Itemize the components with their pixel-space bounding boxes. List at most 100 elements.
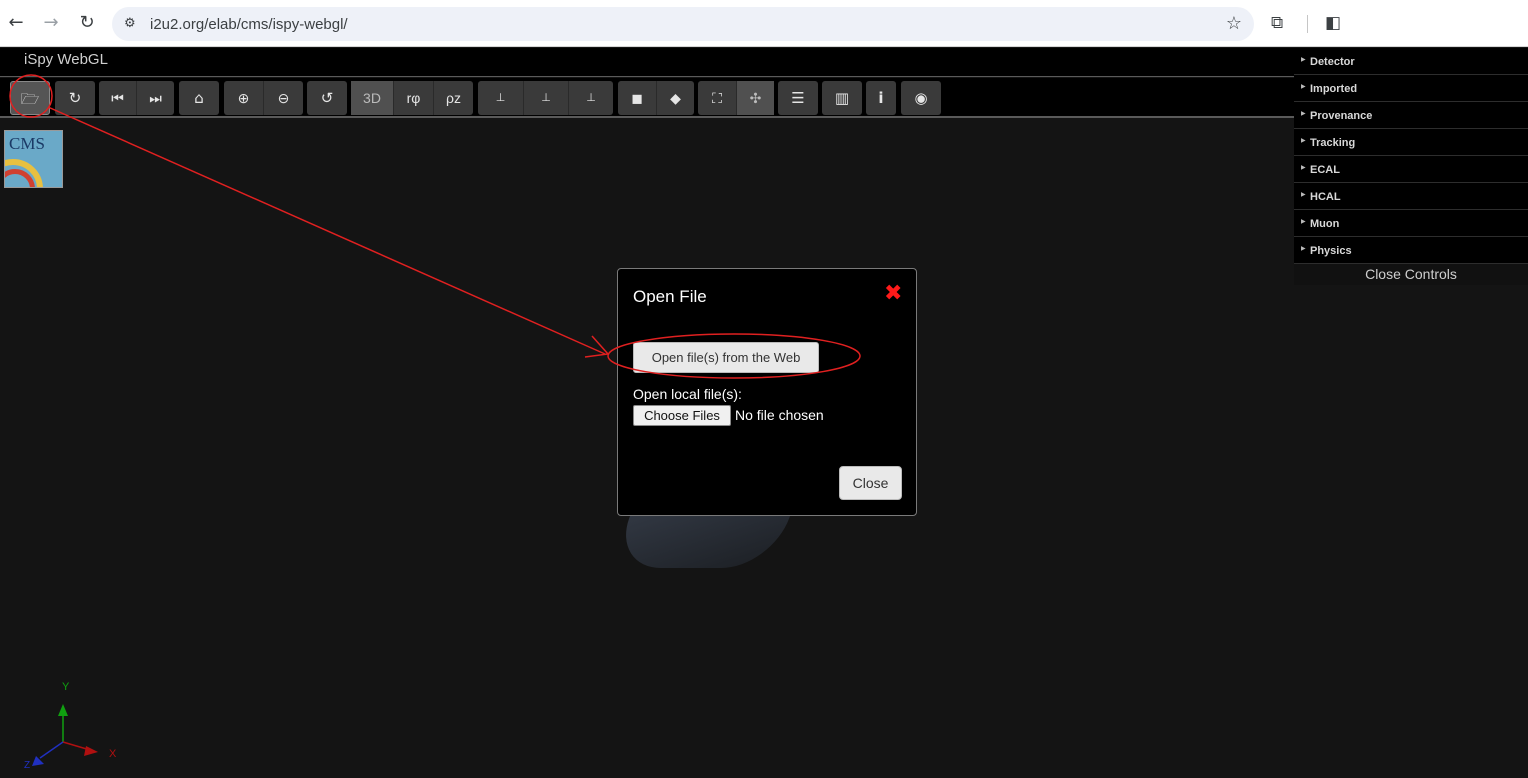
info-button[interactable]: i — [866, 81, 896, 115]
control-hcal[interactable]: ▶ HCAL — [1294, 183, 1528, 210]
control-label: Physics — [1310, 245, 1352, 257]
site-settings-icon[interactable]: ⚙ — [124, 16, 140, 32]
skip-back-icon: ⏮ — [111, 90, 124, 106]
projection-yxz-button[interactable]: ⊥ — [523, 81, 568, 115]
fullscreen-group: ⛶ ✣ — [698, 81, 774, 115]
bar-chart-icon: ▥ — [834, 89, 850, 107]
zoom-group: ⊕ ⊖ — [224, 81, 303, 115]
control-muon[interactable]: ▶ Muon — [1294, 210, 1528, 237]
side-panel-icon[interactable]: ◧ — [1325, 13, 1341, 33]
z-axis-line — [39, 741, 64, 759]
chart-button[interactable]: ▥ — [822, 81, 862, 115]
axes-yxz-icon: ⊥ — [541, 92, 551, 104]
bookmark-star-icon[interactable]: ☆ — [1226, 13, 1242, 34]
wire-view-button[interactable]: ◆ — [656, 81, 694, 115]
caret-right-icon: ▶ — [1301, 83, 1306, 90]
caret-right-icon: ▶ — [1301, 245, 1306, 252]
dialog-close-button[interactable]: Close — [839, 466, 902, 500]
control-label: ECAL — [1310, 164, 1340, 176]
no-file-chosen-text: No file chosen — [735, 407, 824, 423]
projection-yzx-button[interactable]: ⊥ — [478, 81, 523, 115]
reload-event-button[interactable]: ↻ — [55, 81, 95, 115]
close-x-icon[interactable]: ✖ — [884, 281, 902, 306]
view-rphi-button[interactable]: rφ — [393, 81, 433, 115]
undo-icon: ↺ — [320, 89, 334, 107]
open-file-dialog: Open File ✖ Open file(s) from the Web Op… — [617, 268, 917, 516]
axis-gizmo: Y X Z — [24, 681, 117, 771]
info-icon: i — [878, 89, 884, 107]
render-mode-group: ◼ ◆ — [618, 81, 694, 115]
control-label: Provenance — [1310, 110, 1373, 122]
dialog-title: Open File — [633, 287, 707, 306]
caret-right-icon: ▶ — [1301, 191, 1306, 198]
control-imported[interactable]: ▶ Imported — [1294, 75, 1528, 102]
fullscreen-button[interactable]: ⛶ — [698, 81, 736, 115]
caret-right-icon: ▶ — [1301, 164, 1306, 171]
reload-button[interactable]: ↻ — [76, 12, 98, 34]
app-title-bar: iSpy WebGL — [0, 48, 1294, 77]
prev-event-button[interactable]: ⏮ — [99, 81, 136, 115]
url-text[interactable]: i2u2.org/elab/cms/ispy-webgl/ — [150, 16, 348, 33]
x-axis-label: X — [109, 748, 117, 760]
skip-forward-icon: ⏭ — [149, 90, 162, 106]
open-from-web-button[interactable]: Open file(s) from the Web — [633, 342, 819, 373]
control-label: Detector — [1310, 56, 1355, 68]
caret-right-icon: ▶ — [1301, 137, 1306, 144]
home-button[interactable]: ⌂ — [179, 81, 219, 115]
redo-icon: ↻ — [68, 89, 82, 107]
projection-group: ⊥ ⊥ ⊥ — [478, 81, 613, 115]
folder-open-icon: 🗁 — [20, 90, 40, 108]
control-label: HCAL — [1310, 191, 1341, 203]
control-label: Imported — [1310, 83, 1358, 95]
expand-icon: ⛶ — [712, 90, 722, 106]
zoom-in-button[interactable]: ⊕ — [224, 81, 263, 115]
zoom-in-icon: ⊕ — [237, 90, 250, 106]
sliders-icon: ☰ — [791, 89, 805, 107]
control-ecal[interactable]: ▶ ECAL — [1294, 156, 1528, 183]
event-nav-group: ⏮ ⏭ — [99, 81, 174, 115]
reset-view-button[interactable]: ↺ — [307, 81, 347, 115]
detector-geometry — [611, 508, 793, 568]
local-files-label: Open local file(s): — [633, 386, 742, 402]
view-rhoz-button[interactable]: ρz — [433, 81, 473, 115]
caret-right-icon: ▶ — [1301, 56, 1306, 63]
zoom-out-button[interactable]: ⊖ — [263, 81, 303, 115]
cube-icon: ◆ — [670, 90, 681, 106]
solid-view-button[interactable]: ◼ — [618, 81, 656, 115]
camera-icon: ◉ — [914, 89, 928, 107]
control-physics[interactable]: ▶ Physics — [1294, 237, 1528, 264]
x-axis-arrow — [84, 746, 98, 756]
projection-xyz-button[interactable]: ⊥ — [568, 81, 613, 115]
cms-logo: CMS — [4, 130, 63, 188]
open-file-button[interactable]: 🗁 — [10, 81, 50, 115]
z-axis-label: Z — [24, 760, 30, 771]
cube-solid-icon: ◼ — [631, 90, 643, 106]
control-label: Muon — [1310, 218, 1340, 230]
control-label: Tracking — [1310, 137, 1356, 149]
next-event-button[interactable]: ⏭ — [136, 81, 174, 115]
extensions-icon[interactable]: ⧉ — [1271, 13, 1283, 33]
app-title: iSpy WebGL — [24, 51, 108, 68]
control-provenance[interactable]: ▶ Provenance — [1294, 102, 1528, 129]
address-bar[interactable]: ⚙ i2u2.org/elab/cms/ispy-webgl/ ☆ — [112, 7, 1254, 41]
compress-icon: ✣ — [749, 90, 762, 106]
z-axis-arrow — [32, 756, 44, 766]
home-icon: ⌂ — [194, 89, 204, 107]
close-controls-button[interactable]: Close Controls — [1294, 264, 1528, 285]
control-tracking[interactable]: ▶ Tracking — [1294, 129, 1528, 156]
caret-right-icon: ▶ — [1301, 110, 1306, 117]
zoom-out-icon: ⊖ — [277, 90, 290, 106]
forward-button[interactable]: → — [40, 12, 62, 34]
screenshot-button[interactable]: ◉ — [901, 81, 941, 115]
y-axis-arrow — [58, 704, 68, 716]
choose-files-button[interactable]: Choose Files — [633, 405, 731, 426]
caret-right-icon: ▶ — [1301, 218, 1306, 225]
back-button[interactable]: ← — [5, 12, 27, 34]
exit-fullscreen-button[interactable]: ✣ — [736, 81, 774, 115]
view-3d-button[interactable]: 3D — [351, 81, 393, 115]
settings-button[interactable]: ☰ — [778, 81, 818, 115]
toolbar: 🗁 ↻ ⏮ ⏭ ⌂ ⊕ ⊖ ↺ 3D rφ ρz ⊥ ⊥ ⊥ ◼ ◆ ⛶ ✣ ☰… — [0, 78, 1294, 118]
control-detector[interactable]: ▶ Detector — [1294, 48, 1528, 75]
cms-logo-text: CMS — [9, 134, 45, 153]
axes-yzx-icon: ⊥ — [495, 92, 506, 104]
